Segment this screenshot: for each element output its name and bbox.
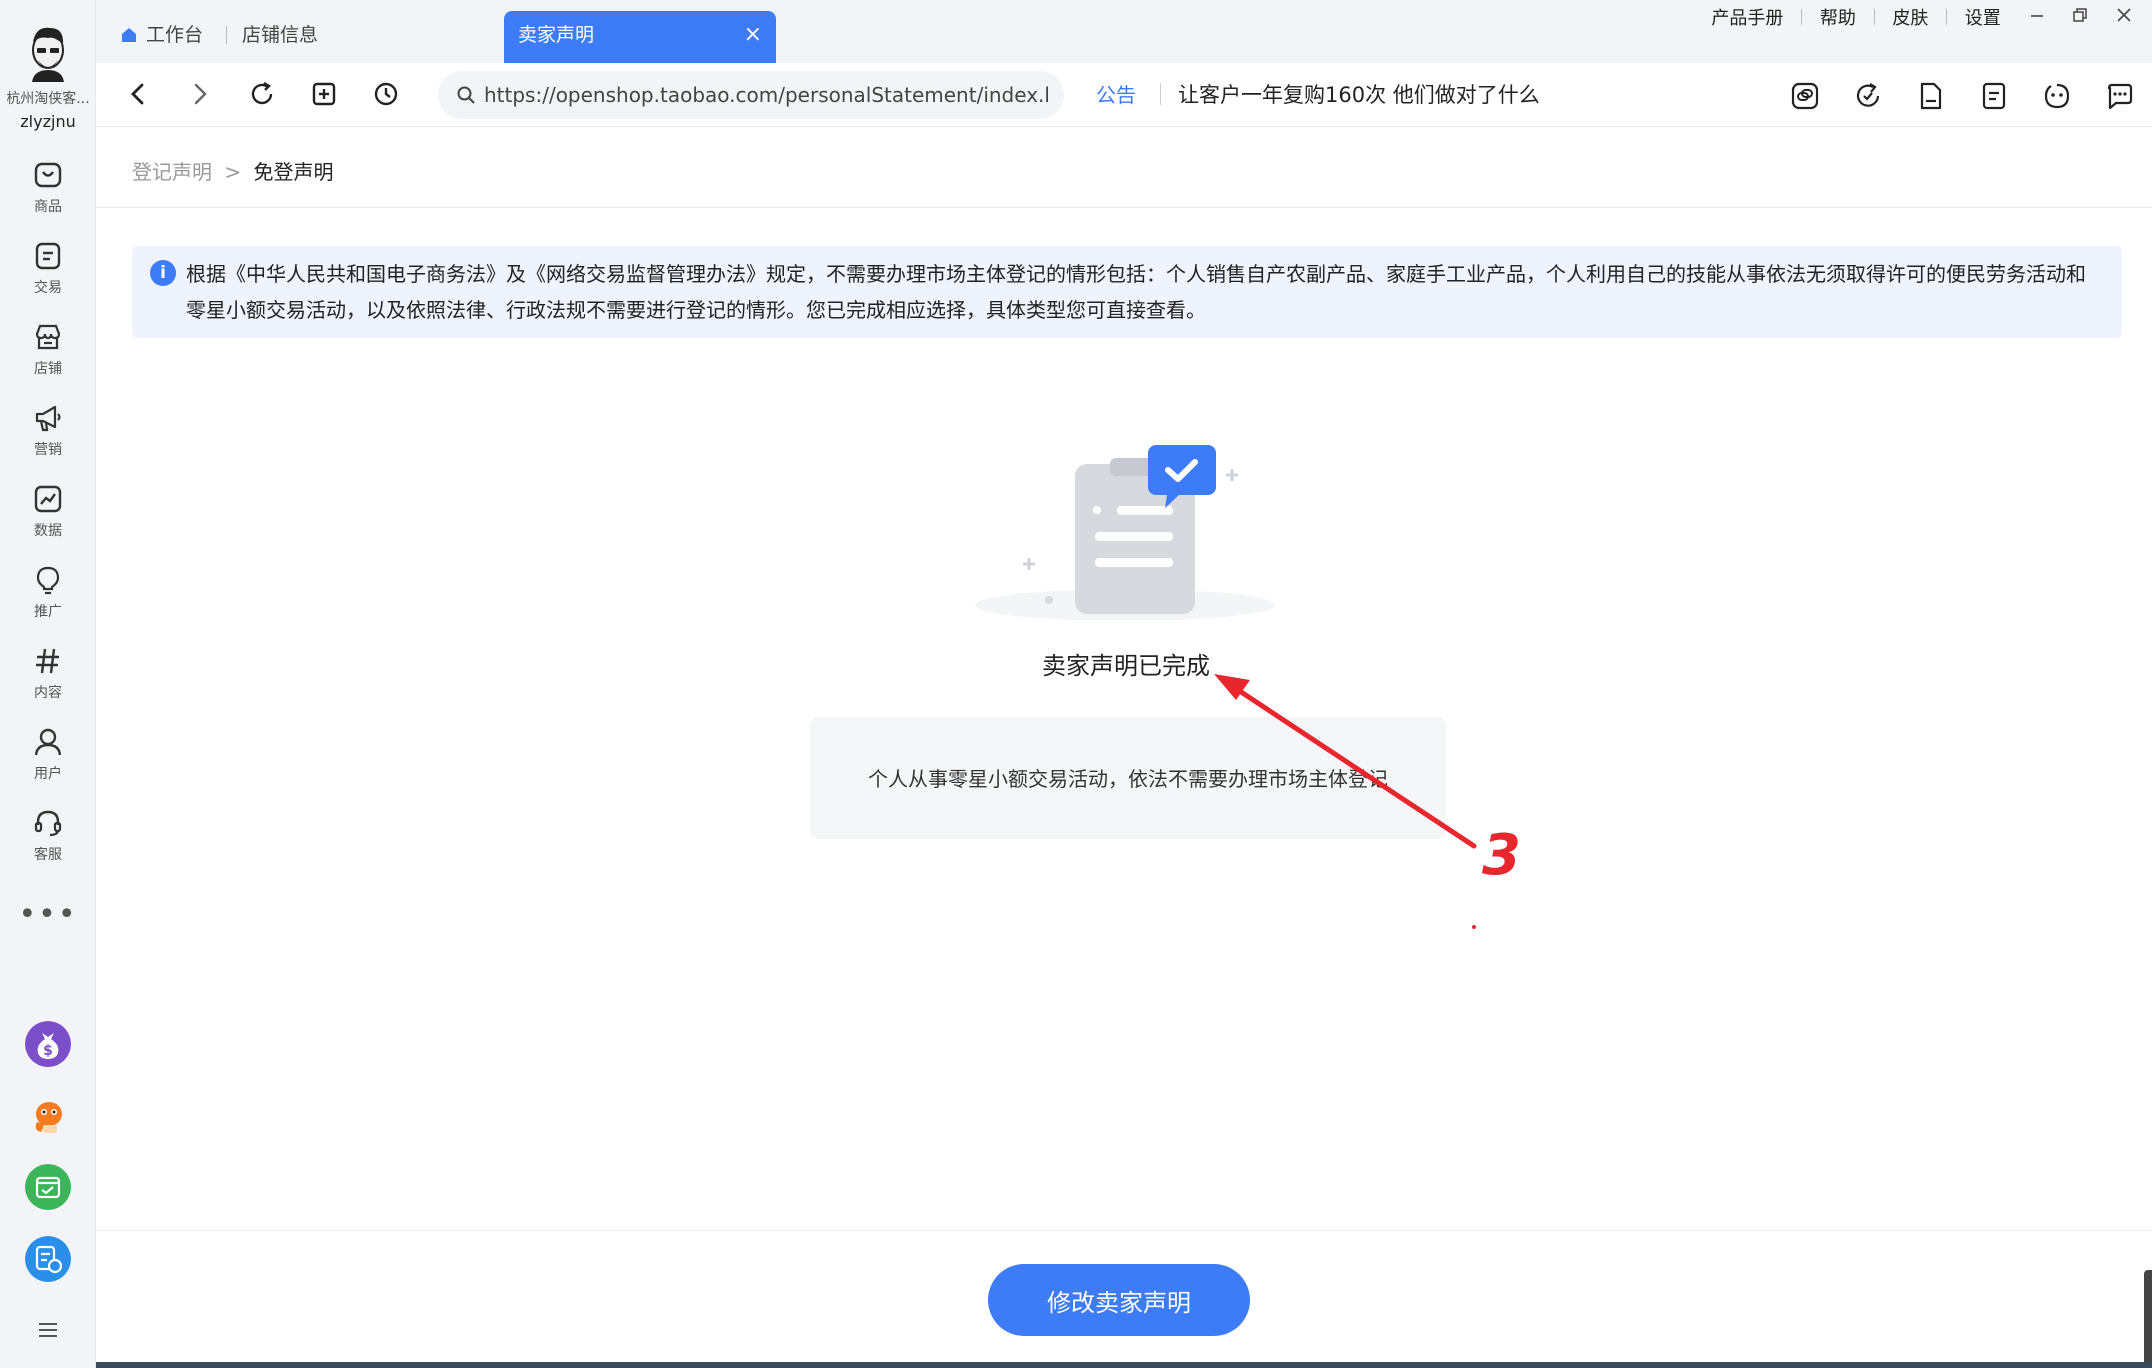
tab-seller-statement[interactable]: 卖家声明 × <box>504 11 776 63</box>
restore-icon[interactable] <box>2072 7 2088 28</box>
modify-statement-button[interactable]: 修改卖家声明 <box>988 1264 1250 1336</box>
divider <box>1873 9 1875 25</box>
chart-icon <box>34 485 62 513</box>
tab-workbench[interactable]: 工作台 <box>120 12 203 62</box>
hamburger-icon[interactable] <box>38 1322 58 1338</box>
history-icon[interactable] <box>372 80 400 108</box>
home-icon <box>122 28 136 42</box>
sidebar-item-trade[interactable]: 交易 <box>0 241 96 311</box>
navigation-bar: https://openshop.taobao.com/personalStat… <box>96 63 2152 127</box>
annotation-number: 3 <box>1482 823 1521 888</box>
bottom-border <box>96 1362 2152 1368</box>
divider <box>1946 9 1948 25</box>
user-name: zlyzjnu <box>20 112 76 131</box>
breadcrumb-parent[interactable]: 登记声明 <box>132 160 212 184</box>
help-link[interactable]: 帮助 <box>1820 4 1856 30</box>
sync-icon[interactable] <box>1853 81 1883 111</box>
tab-separator <box>226 26 227 44</box>
avatar[interactable] <box>24 24 72 82</box>
scrollbar[interactable] <box>2144 1270 2152 1368</box>
breadcrumb-current: 免登声明 <box>253 160 334 184</box>
divider <box>96 207 2152 208</box>
forward-icon[interactable] <box>188 80 212 108</box>
result-title: 卖家声明已完成 <box>1042 652 1210 680</box>
sidebar-item-label: 内容 <box>34 685 62 701</box>
product-manual-link[interactable]: 产品手册 <box>1711 4 1783 30</box>
close-tab-button[interactable]: × <box>744 11 762 59</box>
result-card: 个人从事零星小额交易活动，依法不需要办理市场主体登记 <box>810 717 1446 839</box>
notice-headline[interactable]: 让客户一年复购160次 他们做对了什么 <box>1178 79 1540 109</box>
sidebar-item-label: 数据 <box>34 523 62 539</box>
divider <box>1801 9 1803 25</box>
svg-text:$: $ <box>43 1043 53 1059</box>
settings-link[interactable]: 设置 <box>1965 4 2001 30</box>
sidebar-item-data[interactable]: 数据 <box>0 484 96 554</box>
info-notice: i 根据《中华人民共和国电子商务法》及《网络交易监督管理办法》规定，不需要办理市… <box>132 246 2122 338</box>
money-bag-icon[interactable]: $ <box>25 1021 71 1067</box>
more-menu-button[interactable]: ••• <box>0 900 96 930</box>
sidebar-item-store[interactable]: 店铺 <box>0 322 96 392</box>
sidebar-item-label: 客服 <box>34 847 62 863</box>
sidebar-item-label: 推广 <box>34 604 62 620</box>
tab-label: 店铺信息 <box>242 24 319 46</box>
breadcrumb: 登记声明 > 免登声明 <box>132 156 333 185</box>
sidebar-item-label: 店铺 <box>34 361 62 377</box>
result-detail: 个人从事零星小额交易活动，依法不需要办理市场主体登记 <box>868 767 1388 791</box>
top-links: 产品手册 帮助 皮肤 设置 <box>1711 4 2132 34</box>
notes-icon[interactable] <box>1979 81 2009 111</box>
sidebar-item-label: 商品 <box>34 199 62 215</box>
skin-link[interactable]: 皮肤 <box>1892 4 1928 30</box>
left-sidebar: 杭州淘侠客... zlyzjnu 商品 交易 店铺 营销 数据 推广 内容 用户… <box>0 0 96 1368</box>
back-icon[interactable] <box>126 80 150 108</box>
sidebar-item-service[interactable]: 客服 <box>0 808 96 878</box>
shop-name: 杭州淘侠客... <box>6 91 90 107</box>
tab-bar: 工作台 店铺信息 卖家声明 × 产品手册 帮助 皮肤 设置 <box>96 0 2152 63</box>
chat-icon[interactable] <box>2105 81 2135 111</box>
tab-shop-info[interactable]: 店铺信息 <box>242 12 318 62</box>
sidebar-item-label: 交易 <box>34 280 62 296</box>
minimize-icon[interactable] <box>2029 7 2045 28</box>
sidebar-item-label: 营销 <box>34 442 62 458</box>
divider <box>1160 83 1161 105</box>
assistant-icon[interactable] <box>2042 81 2072 111</box>
tab-label: 卖家声明 <box>518 24 595 46</box>
calendar-icon[interactable] <box>25 1164 71 1210</box>
store-icon <box>35 324 61 350</box>
sidebar-item-promotion[interactable]: 推广 <box>0 565 96 635</box>
megaphone-icon <box>35 405 61 432</box>
bag-icon <box>34 162 62 188</box>
clipboard-check-illustration <box>975 445 1275 620</box>
user-icon <box>34 728 62 756</box>
bulb-icon <box>36 566 60 595</box>
sidebar-item-marketing[interactable]: 营销 <box>0 403 96 473</box>
chevron-right-icon: > <box>224 160 242 184</box>
report-icon[interactable] <box>25 1236 71 1282</box>
annotation-overlay: 3 <box>1214 674 1521 929</box>
sidebar-item-goods[interactable]: 商品 <box>0 160 96 230</box>
address-bar[interactable]: https://openshop.taobao.com/personalStat… <box>438 71 1064 119</box>
close-window-icon[interactable] <box>2116 7 2132 28</box>
divider <box>96 1230 2152 1231</box>
sidebar-item-users[interactable]: 用户 <box>0 727 96 797</box>
info-text: 根据《中华人民共和国电子商务法》及《网络交易监督管理办法》规定，不需要办理市场主… <box>186 262 2086 322</box>
new-tab-icon[interactable] <box>310 80 338 108</box>
refresh-icon[interactable] <box>248 80 276 108</box>
link-icon[interactable] <box>1790 81 1820 111</box>
order-icon <box>35 242 61 270</box>
info-icon: i <box>150 260 176 286</box>
search-icon <box>457 86 475 104</box>
file-icon[interactable] <box>1916 81 1946 111</box>
url-text[interactable]: https://openshop.taobao.com/personalStat… <box>484 83 1048 107</box>
headset-icon <box>34 810 62 837</box>
mascot-icon[interactable] <box>25 1092 71 1138</box>
sidebar-item-label: 用户 <box>34 766 62 782</box>
tab-label: 工作台 <box>146 24 204 46</box>
notice-tag[interactable]: 公告 <box>1096 79 1136 108</box>
